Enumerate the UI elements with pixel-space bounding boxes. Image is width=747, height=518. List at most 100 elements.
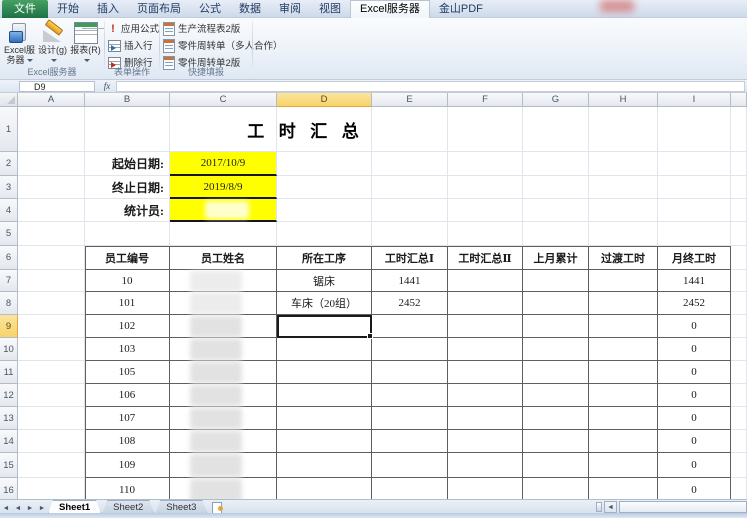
cell-G11[interactable] [523,361,589,384]
cell-B5[interactable] [85,222,170,246]
cell-E10[interactable] [372,338,448,361]
cell-C10[interactable] [170,338,277,361]
cell-J3[interactable] [731,176,747,199]
cell-D8[interactable]: 车床（20组） [277,292,372,315]
cell-J5[interactable] [731,222,747,246]
cell-I9[interactable]: 0 [658,315,731,338]
cell-F3[interactable] [448,176,523,199]
cell-J9[interactable] [731,315,747,338]
tab-review[interactable]: 审阅 [270,0,310,18]
cell-E15[interactable] [372,453,448,478]
row-header-14[interactable]: 14 [0,430,18,453]
sheet-tab-sheet3[interactable]: Sheet3 [155,500,207,514]
cell-H13[interactable] [589,407,658,430]
cell-I14[interactable]: 0 [658,430,731,453]
cell-G12[interactable] [523,384,589,407]
cell-E14[interactable] [372,430,448,453]
cell-G5[interactable] [523,222,589,246]
tab-kingsoft-pdf[interactable]: 金山PDF [430,0,492,18]
column-header-A[interactable]: A [18,93,85,107]
cell-C3[interactable]: 2019/8/9 [170,176,277,199]
row-header-10[interactable]: 10 [0,338,18,361]
row-header-5[interactable]: 5 [0,222,18,246]
column-header-I[interactable]: I [658,93,731,107]
cell-A13[interactable] [18,407,85,430]
cell-G9[interactable] [523,315,589,338]
row-header-13[interactable]: 13 [0,407,18,430]
cell-F1[interactable] [448,107,523,152]
cell-E13[interactable] [372,407,448,430]
cell-G4[interactable] [523,199,589,222]
cell-A15[interactable] [18,453,85,478]
cell-D11[interactable] [277,361,372,384]
cell-G1[interactable] [523,107,589,152]
column-header-D[interactable]: D [277,93,372,107]
insert-function-button[interactable]: fx [99,81,115,92]
cell-J2[interactable] [731,152,747,176]
cell-C9[interactable] [170,315,277,338]
cell-J11[interactable] [731,361,747,384]
cell-B10[interactable]: 103 [85,338,170,361]
cell-E3[interactable] [372,176,448,199]
cell-F15[interactable] [448,453,523,478]
cell-G7[interactable] [523,270,589,292]
cell-F14[interactable] [448,430,523,453]
cell-H2[interactable] [589,152,658,176]
cell-E7[interactable]: 1441 [372,270,448,292]
cell-B6[interactable]: 员工编号 [85,246,170,270]
cell-I2[interactable] [658,152,731,176]
cell-F7[interactable] [448,270,523,292]
cell-H3[interactable] [589,176,658,199]
cell-D7[interactable]: 锯床 [277,270,372,292]
cell-I13[interactable]: 0 [658,407,731,430]
cell-J6[interactable] [731,246,747,270]
cell-A2[interactable] [18,152,85,176]
cell-B2[interactable]: 起始日期: [85,152,170,176]
row-header-12[interactable]: 12 [0,384,18,407]
cell-G13[interactable] [523,407,589,430]
cell-F4[interactable] [448,199,523,222]
cell-J14[interactable] [731,430,747,453]
cell-D15[interactable] [277,453,372,478]
cell-C12[interactable] [170,384,277,407]
row-header-2[interactable]: 2 [0,152,18,176]
tab-splitter-handle[interactable] [596,502,602,512]
cell-G6[interactable]: 上月累计 [523,246,589,270]
cell-A5[interactable] [18,222,85,246]
tab-insert[interactable]: 插入 [88,0,128,18]
tab-view[interactable]: 视图 [310,0,350,18]
cell-F2[interactable] [448,152,523,176]
column-header-B[interactable]: B [85,93,170,107]
row-header-8[interactable]: 8 [0,292,18,315]
row-header-9[interactable]: 9 [0,315,18,338]
cell-I10[interactable]: 0 [658,338,731,361]
name-box[interactable]: D9 [19,81,95,92]
row-header-11[interactable]: 11 [0,361,18,384]
cell-G3[interactable] [523,176,589,199]
tab-page-layout[interactable]: 页面布局 [128,0,190,18]
cell-F11[interactable] [448,361,523,384]
column-header-G[interactable]: G [523,93,589,107]
cell-A3[interactable] [18,176,85,199]
cell-B9[interactable]: 102 [85,315,170,338]
cell-H4[interactable] [589,199,658,222]
cell-B12[interactable]: 106 [85,384,170,407]
cell-H5[interactable] [589,222,658,246]
cell-D1[interactable] [277,107,372,152]
cell-E8[interactable]: 2452 [372,292,448,315]
tab-data[interactable]: 数据 [230,0,270,18]
cell-G8[interactable] [523,292,589,315]
cell-C7[interactable] [170,270,277,292]
cell-D2[interactable] [277,152,372,176]
cell-B14[interactable]: 108 [85,430,170,453]
column-header-C[interactable]: C [170,93,277,107]
row-header-7[interactable]: 7 [0,270,18,292]
cell-I12[interactable]: 0 [658,384,731,407]
formula-input[interactable] [116,81,745,92]
column-header-E[interactable]: E [372,93,448,107]
production-flow-button[interactable]: 生产流程表2版 [163,22,240,37]
insert-row-button[interactable]: 插入行 [108,39,153,54]
cell-E12[interactable] [372,384,448,407]
column-header-F[interactable]: F [448,93,523,107]
row-header-4[interactable]: 4 [0,199,18,222]
